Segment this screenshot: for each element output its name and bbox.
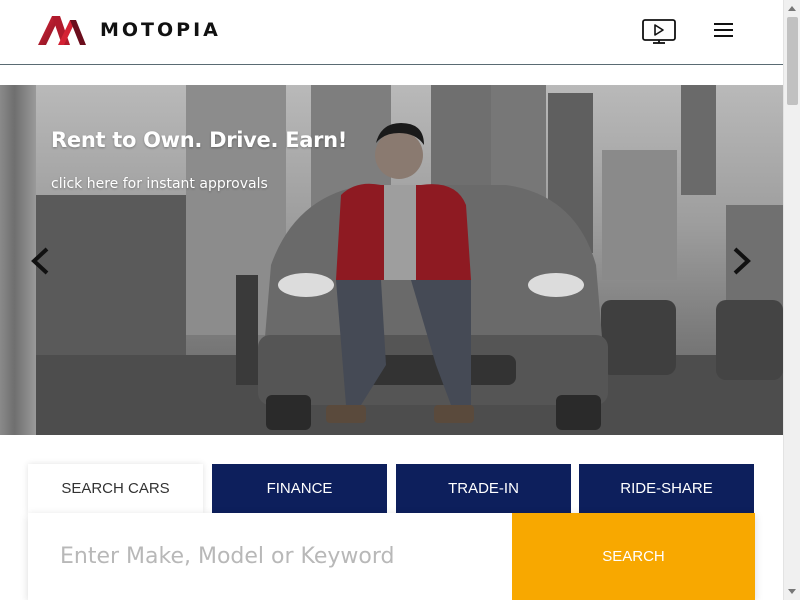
hamburger-menu-icon[interactable] xyxy=(714,23,736,41)
hero-carousel: Rent to Own. Drive. Earn! click here for… xyxy=(0,85,783,435)
hero-slide: Rent to Own. Drive. Earn! click here for… xyxy=(36,85,783,435)
tab-ride-share[interactable]: RIDE-SHARE xyxy=(579,464,754,513)
site-header: MOTOPIA xyxy=(0,0,783,65)
hero-title: Rent to Own. Drive. Earn! xyxy=(51,128,348,152)
search-tabs: SEARCH CARS FINANCE TRADE-IN RIDE-SHARE xyxy=(28,464,755,514)
brand-name: MOTOPIA xyxy=(100,19,221,41)
page-scrollbar[interactable] xyxy=(783,0,800,600)
tv-play-icon[interactable] xyxy=(641,18,677,46)
tab-search-cars[interactable]: SEARCH CARS xyxy=(28,464,203,513)
scroll-up-arrow-icon[interactable] xyxy=(788,6,796,11)
chevron-right-icon[interactable] xyxy=(730,245,754,277)
instant-approval-link[interactable]: click here for instant approvals xyxy=(51,176,268,192)
tab-finance[interactable]: FINANCE xyxy=(212,464,387,513)
scroll-down-arrow-icon[interactable] xyxy=(788,589,796,594)
search-panel: SEARCH xyxy=(28,513,755,600)
scrollbar-thumb[interactable] xyxy=(787,17,798,105)
chevron-left-icon[interactable] xyxy=(28,245,52,277)
motopia-logo-icon xyxy=(38,16,86,45)
brand-logo[interactable]: MOTOPIA xyxy=(38,14,221,46)
tab-trade-in[interactable]: TRADE-IN xyxy=(396,464,571,513)
search-input[interactable] xyxy=(28,513,512,600)
search-button[interactable]: SEARCH xyxy=(512,513,755,600)
